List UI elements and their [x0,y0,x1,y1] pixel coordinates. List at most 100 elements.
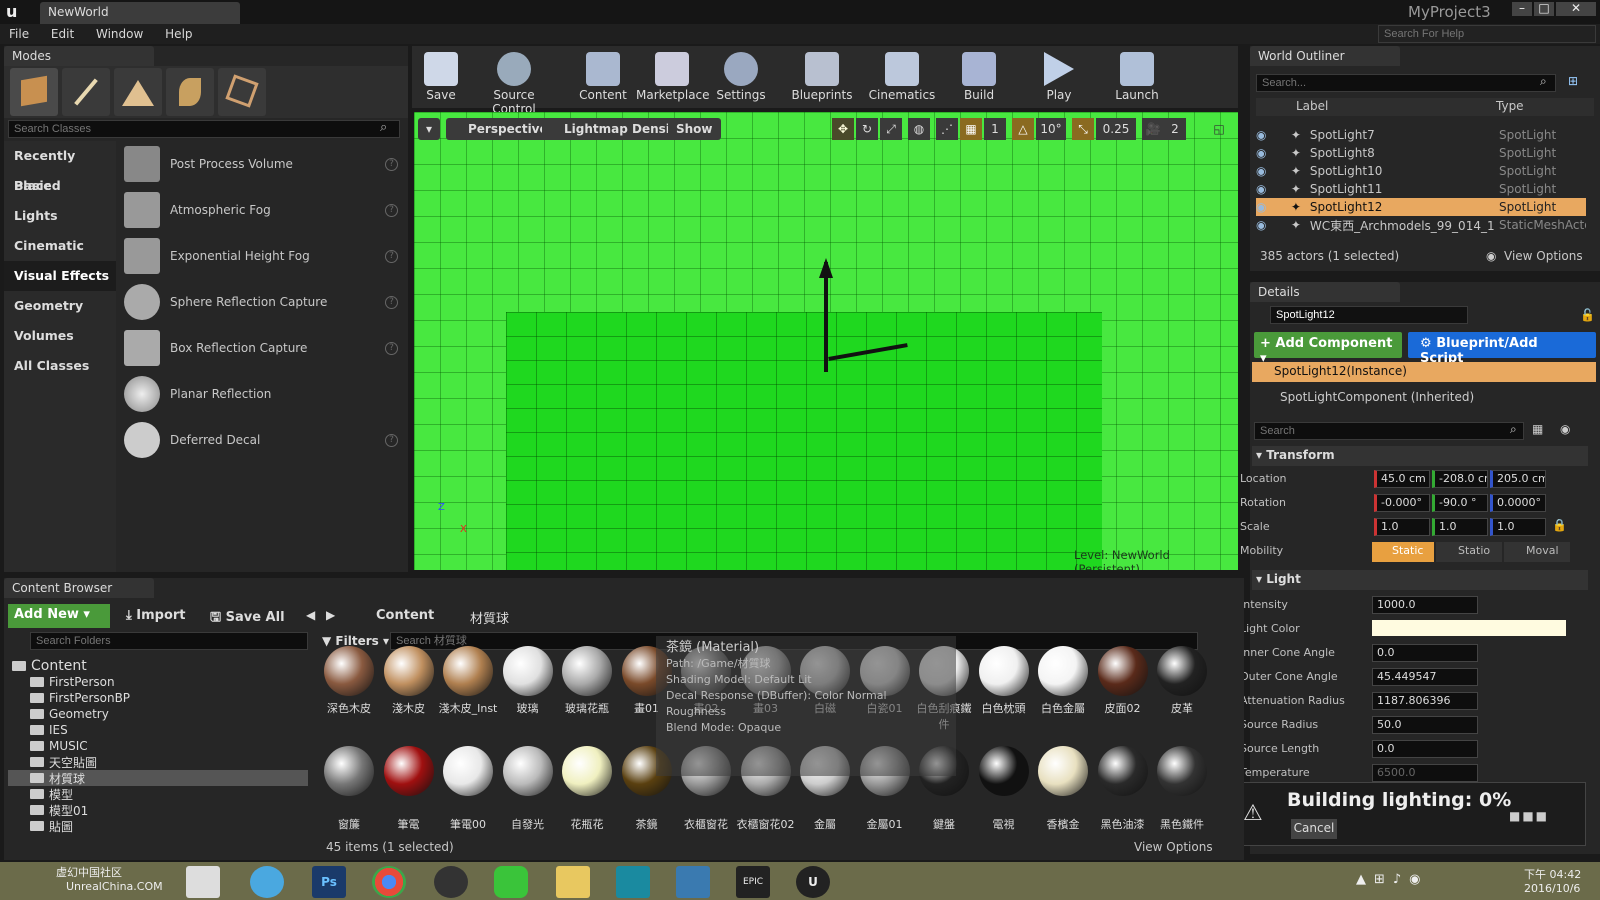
material-thumbnail[interactable] [1157,646,1207,696]
material-thumbnail[interactable] [562,646,612,696]
add-new-button[interactable]: Add New ▾ [8,604,110,628]
search-classes-input[interactable] [8,120,400,138]
photo-viewer-icon[interactable] [676,866,710,898]
source-control-button[interactable]: Source Control [472,48,556,116]
grid-snap-value[interactable]: 1 [984,118,1006,140]
category-geometry[interactable]: Geometry [4,291,116,321]
close-button[interactable]: ✕ [1556,2,1596,16]
minimize-button[interactable]: – [1512,2,1532,16]
search-folders-input[interactable] [30,632,308,650]
build-button[interactable]: Build [948,48,1010,106]
folder-item[interactable]: 模型 [8,786,308,802]
folder-item[interactable]: 材質球 [8,770,308,786]
grid-snap-icon[interactable]: ▦ [960,118,982,140]
chrome-icon[interactable] [372,866,406,898]
scale-y-field[interactable]: 1.0 [1432,518,1488,536]
viewport[interactable]: ▾ Perspective Lightmap Density Show ✥ ↻ … [414,112,1238,570]
material-thumbnail[interactable] [562,746,612,796]
mobility-movable-button[interactable]: Moval [1504,542,1570,562]
level-tab[interactable]: NewWorld [40,2,240,24]
settings-button[interactable]: Settings [710,48,772,106]
list-item[interactable]: Planar Reflection [116,371,408,417]
foliage-mode-icon[interactable] [166,68,214,116]
place-mode-icon[interactable] [10,68,58,116]
list-item[interactable]: Post Process Volume? [116,141,408,187]
col-label[interactable]: Label [1296,99,1328,113]
angle-snap-icon[interactable]: △ [1012,118,1034,140]
material-thumbnail[interactable] [1097,646,1148,696]
material-thumbnail[interactable] [978,646,1029,696]
unreal-editor-icon[interactable]: U [796,866,830,898]
intensity-field[interactable]: 1000.0 [1372,596,1478,614]
inner-cone-field[interactable]: 0.0 [1372,644,1478,662]
component-inherited-row[interactable]: SpotLightComponent (Inherited) [1252,388,1596,408]
material-thumbnail[interactable] [1157,746,1207,796]
outliner-row[interactable]: ◉ ✦ SpotLight11 SpotLight [1256,180,1586,198]
outliner-row[interactable]: ◉ ✦ SpotLight12 SpotLight [1256,198,1586,216]
rotate-icon[interactable]: ↻ [856,118,878,140]
photoshop-icon[interactable]: Ps [312,866,346,898]
category-volumes[interactable]: Volumes [4,321,116,351]
save-all-button[interactable]: 🖫 Save All [210,608,285,630]
material-thumbnail[interactable] [324,746,374,796]
nox-icon[interactable] [434,866,468,898]
visibility-eye-icon[interactable]: ◉ [1256,128,1275,142]
folder-item[interactable]: FirstPersonBP [8,690,308,706]
tab-details[interactable]: Details [1250,282,1400,302]
material-thumbnail[interactable] [443,646,493,696]
folder-item[interactable]: MUSIC [8,738,308,754]
scale-label[interactable]: Scale [1240,520,1270,540]
lock-icon[interactable]: 🔓 [1580,308,1595,322]
scale-snap-icon[interactable]: ⤡ [1072,118,1094,140]
menu-file[interactable]: File [0,24,38,44]
material-thumbnail[interactable] [978,746,1029,796]
material-thumbnail[interactable] [443,746,493,796]
eye-icon[interactable]: ◉ [1560,422,1570,436]
line-icon[interactable] [494,866,528,898]
list-item[interactable]: Exponential Height Fog? [116,233,408,279]
file-explorer-icon[interactable] [556,866,590,898]
save-button[interactable]: Save [410,48,472,106]
search-help-input[interactable] [1378,25,1596,43]
scale-z-field[interactable]: 1.0 [1490,518,1546,536]
list-item[interactable]: Atmospheric Fog? [116,187,408,233]
category-all-classes[interactable]: All Classes [4,351,116,381]
virtual-desktop-icon[interactable] [186,866,220,898]
category-recently-placed[interactable]: Recently Placed [4,141,116,193]
tab-content-browser[interactable]: Content Browser [4,578,154,598]
launch-button[interactable]: Launch [1106,48,1168,106]
light-section-header[interactable]: ▾ Light [1252,570,1588,590]
rotation-x-field[interactable]: -0.000° [1374,494,1430,512]
source-length-field[interactable]: 0.0 [1372,740,1478,758]
attenuation-field[interactable]: 1187.806396 [1372,692,1478,710]
outliner-row[interactable]: ◉ ✦ SpotLight10 SpotLight [1256,162,1586,180]
visibility-eye-icon[interactable]: ◉ [1256,182,1275,196]
location-x-field[interactable]: 45.0 cm [1374,470,1430,488]
help-icon[interactable]: ? [385,433,398,447]
camera-speed-icon[interactable]: 🎥 [1142,118,1164,140]
cancel-build-button[interactable]: Cancel [1291,819,1337,839]
view-options-button[interactable]: View Options [1504,249,1583,263]
tab-world-outliner[interactable]: World Outliner [1250,46,1400,66]
location-y-field[interactable]: -208.0 cm [1432,470,1488,488]
material-thumbnail[interactable] [502,646,553,696]
light-color-swatch[interactable] [1372,620,1566,636]
material-thumbnail[interactable] [1097,746,1148,796]
folder-item[interactable]: 天空貼圖 [8,754,308,770]
help-icon[interactable]: ? [385,249,398,263]
material-thumbnail[interactable] [383,646,434,696]
material-thumbnail[interactable] [1038,746,1088,796]
category-cinematic[interactable]: Cinematic [4,231,116,261]
help-icon[interactable]: ? [385,341,398,355]
geometry-mode-icon[interactable] [218,68,266,116]
path-root[interactable]: Content [376,608,434,623]
temperature-field[interactable]: 6500.0 [1372,764,1478,782]
camera-speed-value[interactable]: 2 [1164,118,1186,140]
material-thumbnail[interactable] [383,746,434,796]
add-component-button[interactable]: + Add Component ▾ [1254,332,1402,366]
details-search-input[interactable] [1254,422,1524,440]
back-arrow-icon[interactable]: ◀ [306,608,315,622]
sync-app-icon[interactable] [250,866,284,898]
content-view-options[interactable]: View Options [1134,840,1213,854]
grid-view-icon[interactable]: ▦ [1532,422,1543,436]
